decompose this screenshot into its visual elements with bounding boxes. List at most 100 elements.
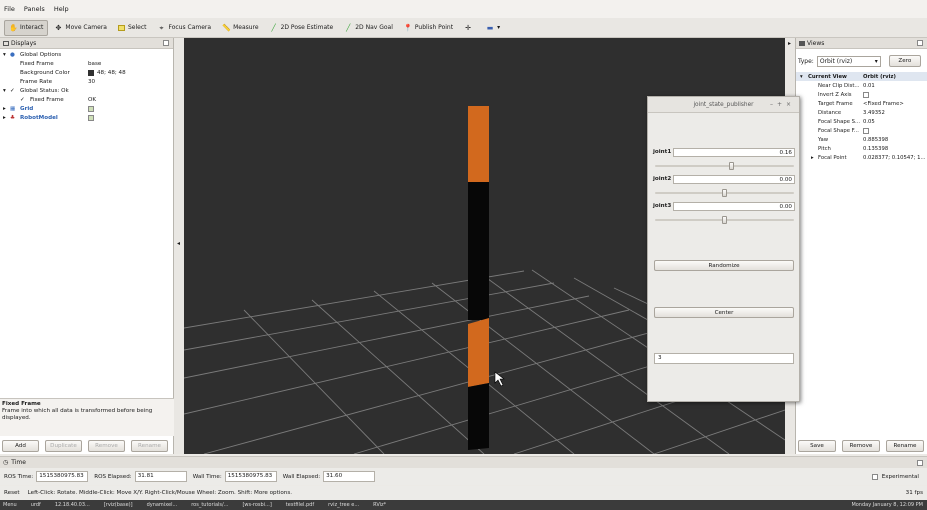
focus-camera-tool[interactable]: ⌖ Focus Camera — [152, 20, 216, 36]
status-bar: Reset Left-Click: Rotate. Middle-Click: … — [0, 486, 927, 500]
grid-enabled-checkbox[interactable] — [88, 105, 94, 112]
taskbar-item[interactable]: ros_tutorials/... — [191, 502, 228, 508]
left-splitter[interactable]: ◂ — [174, 38, 184, 454]
view-property-row[interactable]: Invert Z Axis — [796, 90, 927, 99]
wall-time-field[interactable]: 1515380975.83 — [224, 471, 277, 482]
expand-right-icon: ▸ — [3, 114, 6, 121]
taskbar-item[interactable]: 12.18.40.03... — [55, 502, 90, 508]
menu-panels[interactable]: Panels — [24, 5, 45, 13]
joint3-slider-handle[interactable] — [722, 216, 727, 224]
ros-time-field[interactable]: 1515380975.83 — [36, 471, 89, 482]
zero-button[interactable]: Zero — [888, 55, 921, 67]
taskbar-item[interactable]: [rviz(base)] — [104, 502, 133, 508]
add-display-button[interactable]: Add — [2, 440, 39, 452]
time-bar: ROS Time: 1515380975.83 ROS Elapsed: 31.… — [0, 468, 927, 485]
interact-tool[interactable]: ✋ Interact — [4, 19, 49, 36]
joint3-value-field[interactable]: 0.00 — [673, 202, 795, 211]
joint2-slider[interactable] — [655, 189, 794, 197]
measure-tool[interactable]: 📏 Measure — [217, 20, 264, 36]
expand-down-icon[interactable]: ▾ — [800, 74, 803, 80]
robot-icon: ♣ — [10, 114, 16, 121]
robot-model-enabled-checkbox[interactable] — [88, 114, 94, 121]
joint1-slider[interactable] — [655, 162, 794, 170]
view-property-label: Invert Z Axis — [818, 91, 852, 98]
view-property-row[interactable]: Distance 3.49352 — [796, 108, 927, 117]
views-buttons: Save Remove Rename — [798, 440, 926, 452]
view-type-row: Type: Orbit (rviz) ▾ Zero — [798, 54, 926, 68]
rename-view-button[interactable]: Rename — [886, 440, 924, 452]
taskbar-item[interactable]: urdf — [31, 502, 41, 508]
link-black-lower[interactable] — [468, 383, 489, 450]
experimental-checkbox[interactable] — [871, 473, 878, 480]
view-property-row[interactable]: Yaw 0.885398 — [796, 135, 927, 144]
robot-link-stack[interactable] — [468, 106, 489, 450]
window-controls[interactable]: –+× — [770, 101, 795, 108]
type-select[interactable]: Orbit (rviz) ▾ — [816, 55, 881, 67]
publish-point-tool[interactable]: 📍 Publish Point — [399, 20, 458, 36]
tree-global-options[interactable]: ▾ ● Global Options — [0, 50, 172, 59]
menu-help[interactable]: Help — [54, 5, 69, 13]
taskbar-item[interactable]: RViz* — [373, 502, 386, 508]
crosshair-tool[interactable]: ✛ — [459, 20, 480, 36]
tree-fixed-frame[interactable]: Fixed Frame base — [0, 59, 172, 68]
views-header: Views — [796, 38, 927, 49]
tree-grid[interactable]: ▸ ▦ Grid — [0, 104, 172, 113]
joint1-value-field[interactable]: 0.16 — [673, 148, 795, 157]
wall-elapsed-field[interactable]: 31.60 — [323, 471, 376, 482]
panel-close-icon[interactable] — [163, 40, 169, 46]
view-property-row[interactable]: Focal Shape S... 0.05 — [796, 117, 927, 126]
joint1-slider-handle[interactable] — [728, 162, 734, 170]
panel-close-icon[interactable] — [917, 40, 923, 46]
view-property-checkbox[interactable] — [863, 91, 869, 98]
reset-button[interactable]: Reset — [4, 490, 20, 496]
link-orange-top[interactable] — [468, 106, 489, 182]
duplicate-display-button[interactable]: Duplicate — [45, 440, 82, 452]
collapse-right-icon[interactable]: ▸ — [788, 40, 791, 47]
rename-display-button[interactable]: Rename — [131, 440, 168, 452]
link-orange-lower[interactable] — [468, 318, 489, 387]
ros-elapsed-field[interactable]: 31.81 — [134, 471, 187, 482]
view-property-row[interactable]: Pitch 0.135398 — [796, 144, 927, 153]
experimental-option[interactable]: Experimental — [871, 473, 919, 480]
remove-display-button[interactable]: Remove — [88, 440, 125, 452]
type-label: Type: — [798, 57, 814, 65]
jsp-titlebar[interactable]: joint_state_publisher –+× — [648, 97, 799, 113]
pose-estimate-tool[interactable]: ╱ 2D Pose Estimate — [265, 20, 339, 36]
taskbar-item[interactable]: dynamixel... — [147, 502, 178, 508]
expand-right-icon[interactable]: ▸ — [811, 155, 814, 161]
view-property-row[interactable]: Near Clip Dist... 0.01 — [796, 81, 927, 90]
joint2-slider-handle[interactable] — [722, 189, 727, 197]
view-property-row[interactable]: ▸ Focal Point 0.028377; 0.10547; 1... — [796, 153, 927, 162]
tree-robot-model[interactable]: ▸ ♣ RobotModel — [0, 113, 172, 122]
view-property-checkbox[interactable] — [863, 127, 869, 134]
panel-close-icon[interactable] — [917, 459, 923, 466]
taskbar-item[interactable]: [ws-rosbi...] — [242, 502, 271, 508]
move-camera-tool[interactable]: ✥ Move Camera — [49, 20, 112, 36]
tree-frame-rate[interactable]: Frame Rate 30 — [0, 77, 172, 86]
select-tool[interactable]: Select — [113, 20, 152, 36]
taskbar-menu-button[interactable]: Menu — [3, 502, 17, 508]
menu-file[interactable]: File — [4, 5, 15, 13]
add-tool-dropdown[interactable]: ▬ ▾ — [481, 20, 505, 36]
save-view-button[interactable]: Save — [798, 440, 836, 452]
check-icon: ✓ — [10, 87, 15, 94]
center-button[interactable]: Center — [654, 307, 794, 318]
toolbar: ✋ Interact ✥ Move Camera Select ⌖ Focus Cam… — [0, 18, 927, 38]
rows-spinbox[interactable]: 3 — [654, 353, 794, 364]
joint2-value-field[interactable]: 0.00 — [673, 175, 795, 184]
nav-goal-tool[interactable]: ╱ 2D Nav Goal — [339, 20, 398, 36]
remove-view-button[interactable]: Remove — [842, 440, 880, 452]
taskbar-item[interactable]: rviz_tree e... — [328, 502, 359, 508]
view-property-row[interactable]: ▾ Current View Orbit (rviz) — [796, 72, 927, 81]
collapse-left-icon[interactable]: ◂ — [177, 240, 180, 247]
joint3-slider[interactable] — [655, 216, 794, 224]
tree-global-status[interactable]: ▾ ✓ Global Status: Ok — [0, 86, 172, 95]
taskbar-item[interactable]: testfilel.pdf — [286, 502, 314, 508]
randomize-button[interactable]: Randomize — [654, 260, 794, 271]
tree-background-color[interactable]: Background Color 48; 48; 48 — [0, 68, 172, 77]
link-black-upper[interactable] — [468, 182, 489, 320]
displays-header: Displays — [0, 38, 173, 49]
tree-fixed-frame-status[interactable]: ✓ Fixed Frame OK — [0, 95, 172, 104]
view-property-row[interactable]: Target Frame <Fixed Frame> — [796, 99, 927, 108]
view-property-row[interactable]: Focal Shape F... — [796, 126, 927, 135]
